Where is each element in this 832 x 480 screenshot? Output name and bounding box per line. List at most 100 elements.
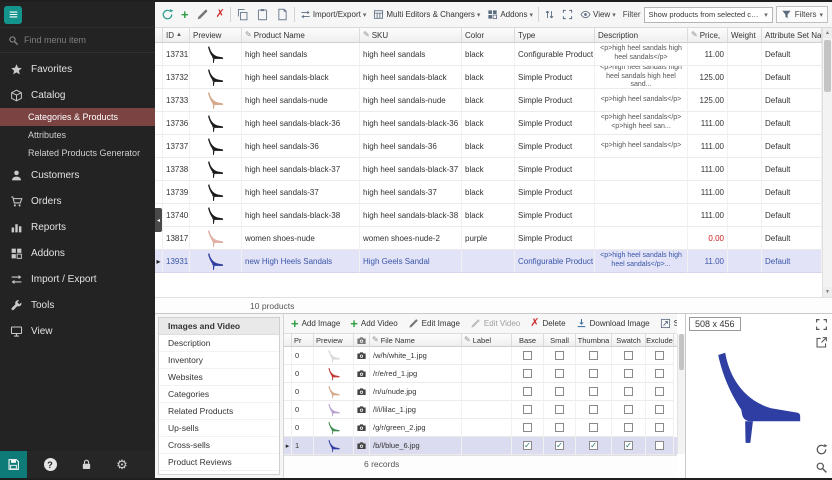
lock-button[interactable]: [73, 451, 99, 478]
set-resize-rule-button[interactable]: Set Resize Rule▾: [658, 317, 677, 330]
small-checkbox[interactable]: [555, 423, 564, 432]
small-checkbox[interactable]: [555, 351, 564, 360]
detail-tab[interactable]: Websites: [159, 369, 279, 386]
products-scrollbar[interactable]: ▲ ▼: [822, 28, 832, 297]
sidebar-subitem[interactable]: Attributes: [0, 126, 155, 144]
duplicate-button[interactable]: [274, 7, 291, 22]
column-header-id[interactable]: ID▲: [163, 28, 190, 42]
swatch-checkbox[interactable]: [624, 351, 633, 360]
product-row[interactable]: 13736 high heel sandals-black-36 high he…: [155, 112, 822, 135]
detail-tab[interactable]: Description: [159, 335, 279, 352]
column-header-sku[interactable]: ✎SKU: [360, 28, 462, 42]
sidebar-subitem[interactable]: Related Products Generator: [0, 144, 155, 162]
addons-menu[interactable]: Addons▾: [485, 8, 535, 21]
edit-image-button[interactable]: Edit Image: [406, 317, 462, 330]
sidebar-item-tools[interactable]: Tools: [0, 292, 155, 318]
save-button[interactable]: [0, 451, 27, 478]
paste-button[interactable]: [254, 7, 271, 22]
exclude-checkbox[interactable]: [655, 441, 664, 450]
detail-tab[interactable]: Product Reviews: [159, 454, 279, 471]
image-row[interactable]: 0 /n/u/nude.jpg: [284, 383, 677, 401]
exclude-checkbox[interactable]: [655, 351, 664, 360]
base-checkbox[interactable]: [523, 351, 532, 360]
multi-editors-menu[interactable]: Multi Editors & Changers▾: [371, 8, 482, 21]
open-external-icon[interactable]: [815, 336, 828, 349]
column-header-swatch[interactable]: Swatch: [612, 334, 646, 346]
app-menu-button[interactable]: [4, 6, 22, 24]
detail-tab[interactable]: Categories: [159, 386, 279, 403]
column-header-preview[interactable]: Preview: [190, 28, 242, 42]
column-header-small[interactable]: Small: [544, 334, 576, 346]
swatch-checkbox[interactable]: [624, 441, 633, 450]
column-header-product-name[interactable]: ✎Product Name: [242, 28, 360, 42]
settings-button[interactable]: ⚙: [109, 451, 135, 478]
product-row[interactable]: 13733 high heel sandals-nude high heel s…: [155, 89, 822, 112]
refresh-button[interactable]: [159, 7, 176, 22]
sidebar-item-view[interactable]: View: [0, 318, 155, 344]
menu-search-input[interactable]: [24, 35, 147, 45]
base-checkbox[interactable]: [523, 441, 532, 450]
thumbnail-checkbox[interactable]: [589, 369, 598, 378]
image-row[interactable]: 0 /w/h/white_1.jpg: [284, 347, 677, 365]
product-row[interactable]: 13931 new High Heels Sandals High Geels …: [155, 250, 822, 273]
column-header-label[interactable]: ✎Label: [462, 334, 512, 346]
sidebar-item-catalog[interactable]: Catalog: [0, 82, 155, 108]
base-checkbox[interactable]: [523, 369, 532, 378]
filters-button[interactable]: Filters▾: [776, 6, 828, 23]
column-header-file-name[interactable]: ✎File Name: [370, 334, 462, 346]
product-row[interactable]: 13740 high heel sandals-black-38 high he…: [155, 204, 822, 227]
images-scrollbar[interactable]: [677, 334, 685, 454]
sidebar-item-customers[interactable]: Customers: [0, 162, 155, 188]
image-row[interactable]: 0 /l/i/lilac_1.jpg: [284, 401, 677, 419]
column-header-image-preview[interactable]: Preview: [314, 334, 354, 346]
download-image-button[interactable]: Download Image: [574, 317, 652, 330]
sidebar-collapse-handle[interactable]: ◂: [155, 208, 162, 232]
column-header-price[interactable]: ✎Price,: [688, 28, 728, 42]
edit-product-button[interactable]: [194, 7, 211, 22]
small-checkbox[interactable]: [555, 441, 564, 450]
sidebar-item-addons[interactable]: Addons: [0, 240, 155, 266]
small-checkbox[interactable]: [555, 405, 564, 414]
thumbnail-checkbox[interactable]: [589, 441, 598, 450]
thumbnail-checkbox[interactable]: [589, 387, 598, 396]
column-header-attribute-set[interactable]: Attribute Set Name: [762, 28, 822, 42]
product-row[interactable]: 13738 high heel sandals-black-37 high he…: [155, 158, 822, 181]
swatch-checkbox[interactable]: [624, 423, 633, 432]
small-checkbox[interactable]: [555, 369, 564, 378]
add-video-button[interactable]: +Add Video: [348, 316, 399, 331]
sidebar-item-orders[interactable]: Orders: [0, 188, 155, 214]
detail-tab[interactable]: Related Products: [159, 403, 279, 420]
expand-grid-button[interactable]: [560, 8, 575, 21]
help-button[interactable]: ?: [37, 451, 63, 478]
copy-button[interactable]: [234, 7, 251, 22]
image-row[interactable]: 0 /r/e/red_1.jpg: [284, 365, 677, 383]
view-menu[interactable]: View▾: [578, 8, 618, 21]
sidebar-item-favorites[interactable]: Favorites: [0, 56, 155, 82]
product-row[interactable]: 13737 high heel sandals-36 high heel san…: [155, 135, 822, 158]
sidebar-item-reports[interactable]: Reports: [0, 214, 155, 240]
scroll-up-button[interactable]: ▲: [823, 28, 832, 38]
sidebar-subitem[interactable]: Categories & Products: [0, 108, 155, 126]
column-header-media-type[interactable]: [354, 334, 370, 346]
sidebar-item-import-export[interactable]: Import / Export: [0, 266, 155, 292]
sort-rows-button[interactable]: [542, 8, 557, 21]
base-checkbox[interactable]: [523, 405, 532, 414]
exclude-checkbox[interactable]: [655, 423, 664, 432]
column-header-description[interactable]: Description: [595, 28, 688, 42]
column-header-thumbnail[interactable]: Thumbna: [576, 334, 612, 346]
add-product-button[interactable]: +: [179, 7, 191, 22]
detail-tab[interactable]: Up-sells: [159, 420, 279, 437]
detail-tab[interactable]: Images and Video: [159, 318, 279, 335]
base-checkbox[interactable]: [523, 387, 532, 396]
import-export-menu[interactable]: Import/Export▾: [298, 8, 369, 21]
detail-tab[interactable]: Inventory: [159, 352, 279, 369]
column-header-color[interactable]: Color: [462, 28, 515, 42]
detail-tab[interactable]: Cross-sells: [159, 437, 279, 454]
image-row[interactable]: 1 /b/l/blue_6.jpg: [284, 437, 677, 455]
product-row[interactable]: 13739 high heel sandals-37 high heel san…: [155, 181, 822, 204]
column-header-base[interactable]: Base: [512, 334, 544, 346]
small-checkbox[interactable]: [555, 387, 564, 396]
product-row[interactable]: 13817 women shoes-nude women shoes-nude-…: [155, 227, 822, 250]
delete-image-button[interactable]: ✗Delete: [528, 317, 567, 330]
fullscreen-icon[interactable]: [815, 318, 828, 331]
